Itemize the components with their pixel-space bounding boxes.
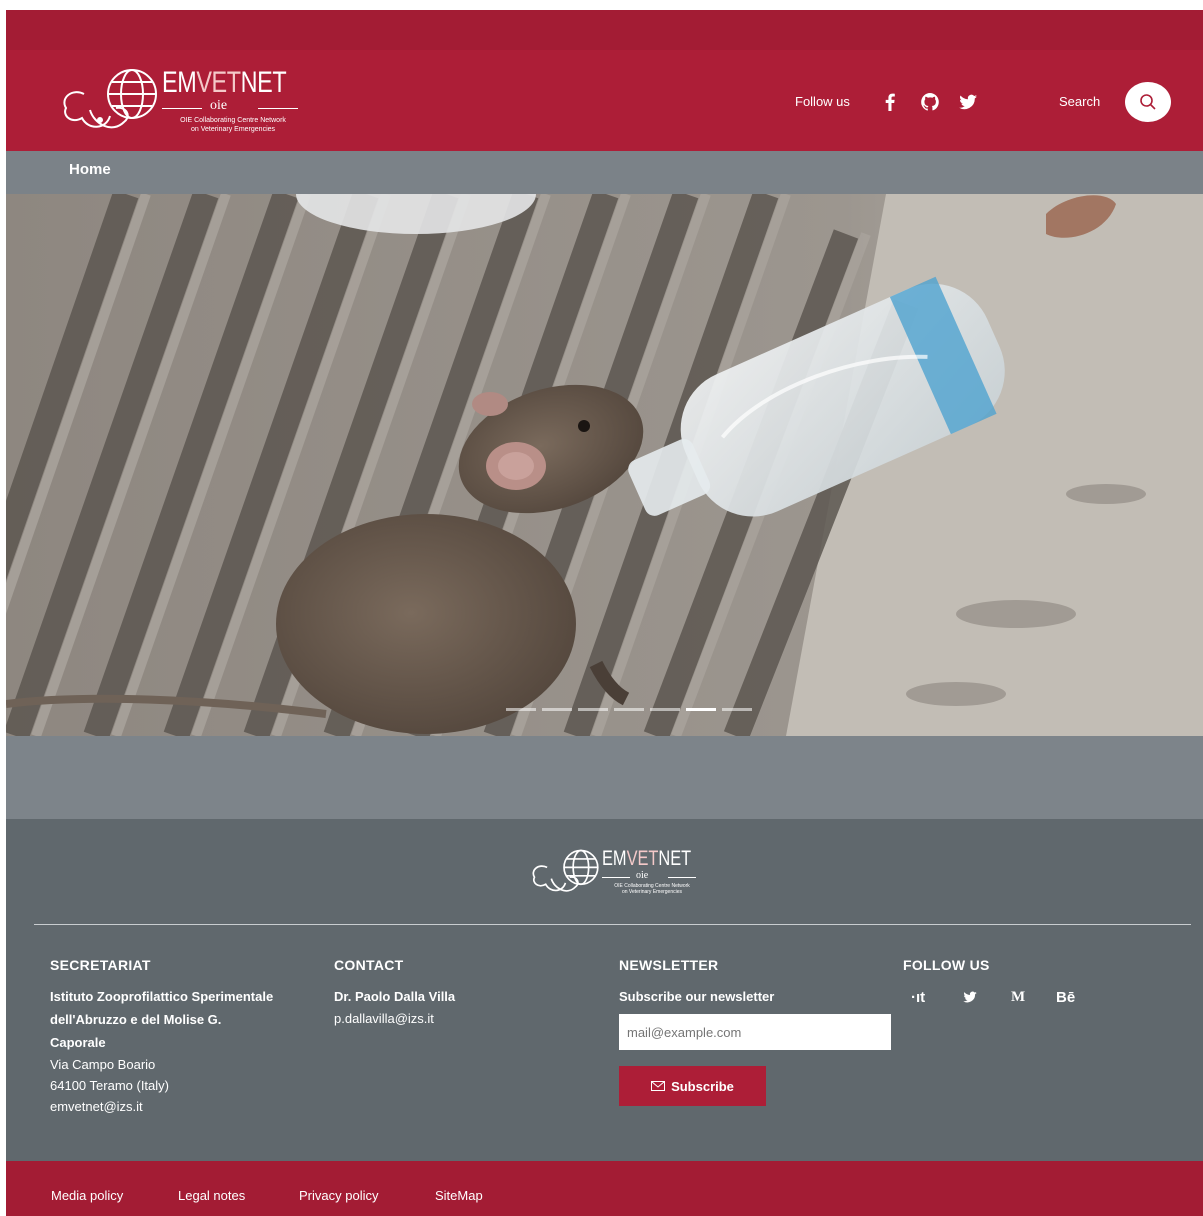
newsletter-subtitle: Subscribe our newsletter bbox=[619, 989, 775, 1004]
medium-icon[interactable]: M bbox=[1011, 989, 1025, 1006]
site-footer: EMVETNET oie OIE Collaborating Centre Ne… bbox=[6, 819, 1203, 1161]
footer-secretariat: SECRETARIAT Istituto Zooprofilattico Spe… bbox=[50, 957, 330, 1117]
footer-divider bbox=[34, 924, 1191, 925]
breadcrumb-home-link[interactable]: Home bbox=[69, 161, 111, 178]
legal-notes-link[interactable]: Legal notes bbox=[178, 1188, 245, 1203]
footer-logo-tagline: OIE Collaborating Centre Network on Vete… bbox=[614, 883, 690, 895]
contact-heading: CONTACT bbox=[334, 957, 404, 973]
footer-logo-oie: oie bbox=[602, 870, 698, 881]
follow-heading: FOLLOW US bbox=[903, 957, 990, 973]
site-logo[interactable]: EMVETNET oie OIE Collaborating Centre Ne… bbox=[54, 64, 314, 140]
search-icon bbox=[1140, 94, 1156, 110]
contact-name: Dr. Paolo Dalla Villa bbox=[334, 989, 456, 1004]
behance-icon[interactable]: Bē bbox=[1056, 989, 1075, 1006]
carousel-dot[interactable] bbox=[506, 708, 536, 711]
top-strip bbox=[6, 10, 1203, 50]
secretariat-email-link[interactable]: emvetnet@izs.it bbox=[50, 1096, 330, 1117]
privacy-policy-link[interactable]: Privacy policy bbox=[299, 1188, 378, 1203]
subscribe-label: Subscribe bbox=[671, 1078, 734, 1094]
bottom-bar: Media policy Legal notes Privacy policy … bbox=[6, 1161, 1203, 1216]
carousel-indicators[interactable] bbox=[506, 708, 752, 711]
twitter-icon[interactable] bbox=[961, 988, 979, 1010]
facebook-icon[interactable] bbox=[878, 90, 902, 114]
follow-us-label: Follow us bbox=[795, 94, 850, 109]
footer-logo[interactable]: EMVETNET oie OIE Collaborating Centre Ne… bbox=[526, 845, 706, 901]
github-icon[interactable] bbox=[918, 90, 942, 114]
contact-email-link[interactable]: p.dallavilla@izs.it bbox=[334, 1008, 594, 1029]
issuu-icon[interactable]: ·ıt bbox=[911, 989, 925, 1006]
media-policy-link[interactable]: Media policy bbox=[51, 1188, 123, 1203]
hero-image bbox=[6, 194, 1203, 736]
secretariat-heading: SECRETARIAT bbox=[50, 957, 151, 973]
footer-follow: FOLLOW US ·ıt M Bē bbox=[903, 957, 1163, 1037]
footer-newsletter: NEWSLETTER Subscribe our newsletter Subs… bbox=[619, 957, 899, 1117]
newsletter-heading: NEWSLETTER bbox=[619, 957, 719, 973]
carousel-dot[interactable] bbox=[722, 708, 752, 711]
newsletter-email-input[interactable] bbox=[619, 1014, 891, 1050]
twitter-icon[interactable] bbox=[956, 90, 980, 114]
sitemap-link[interactable]: SiteMap bbox=[435, 1188, 483, 1203]
secretariat-address: Via Campo Boario 64100 Teramo (Italy) bbox=[50, 1057, 169, 1093]
footer-logo-brand: EMVETNET bbox=[602, 847, 692, 870]
logo-globe-icon bbox=[63, 69, 157, 129]
carousel-dot[interactable] bbox=[614, 708, 644, 711]
carousel-dot[interactable] bbox=[578, 708, 608, 711]
secretariat-org: Istituto Zooprofilattico Sperimentale de… bbox=[50, 989, 274, 1050]
carousel-dot[interactable] bbox=[542, 708, 572, 711]
carousel-dot[interactable] bbox=[650, 708, 680, 711]
content-spacer bbox=[6, 736, 1203, 819]
logo-brand-text: EMVETNET bbox=[162, 66, 287, 99]
subscribe-button[interactable]: Subscribe bbox=[619, 1066, 766, 1106]
envelope-icon bbox=[651, 1081, 666, 1091]
search-button[interactable] bbox=[1125, 82, 1171, 122]
hero-carousel[interactable] bbox=[6, 194, 1203, 736]
site-header: EMVETNET oie OIE Collaborating Centre Ne… bbox=[6, 50, 1203, 151]
logo-globe-icon bbox=[532, 849, 599, 892]
logo-tagline: OIE Collaborating Centre Network on Vete… bbox=[180, 117, 286, 133]
search-label: Search bbox=[1059, 94, 1101, 109]
footer-contact: CONTACT Dr. Paolo Dalla Villa p.dallavil… bbox=[334, 957, 594, 1029]
breadcrumb: Home bbox=[6, 151, 1203, 194]
logo-oie: oie bbox=[162, 98, 300, 114]
carousel-dot-active[interactable] bbox=[686, 708, 716, 711]
